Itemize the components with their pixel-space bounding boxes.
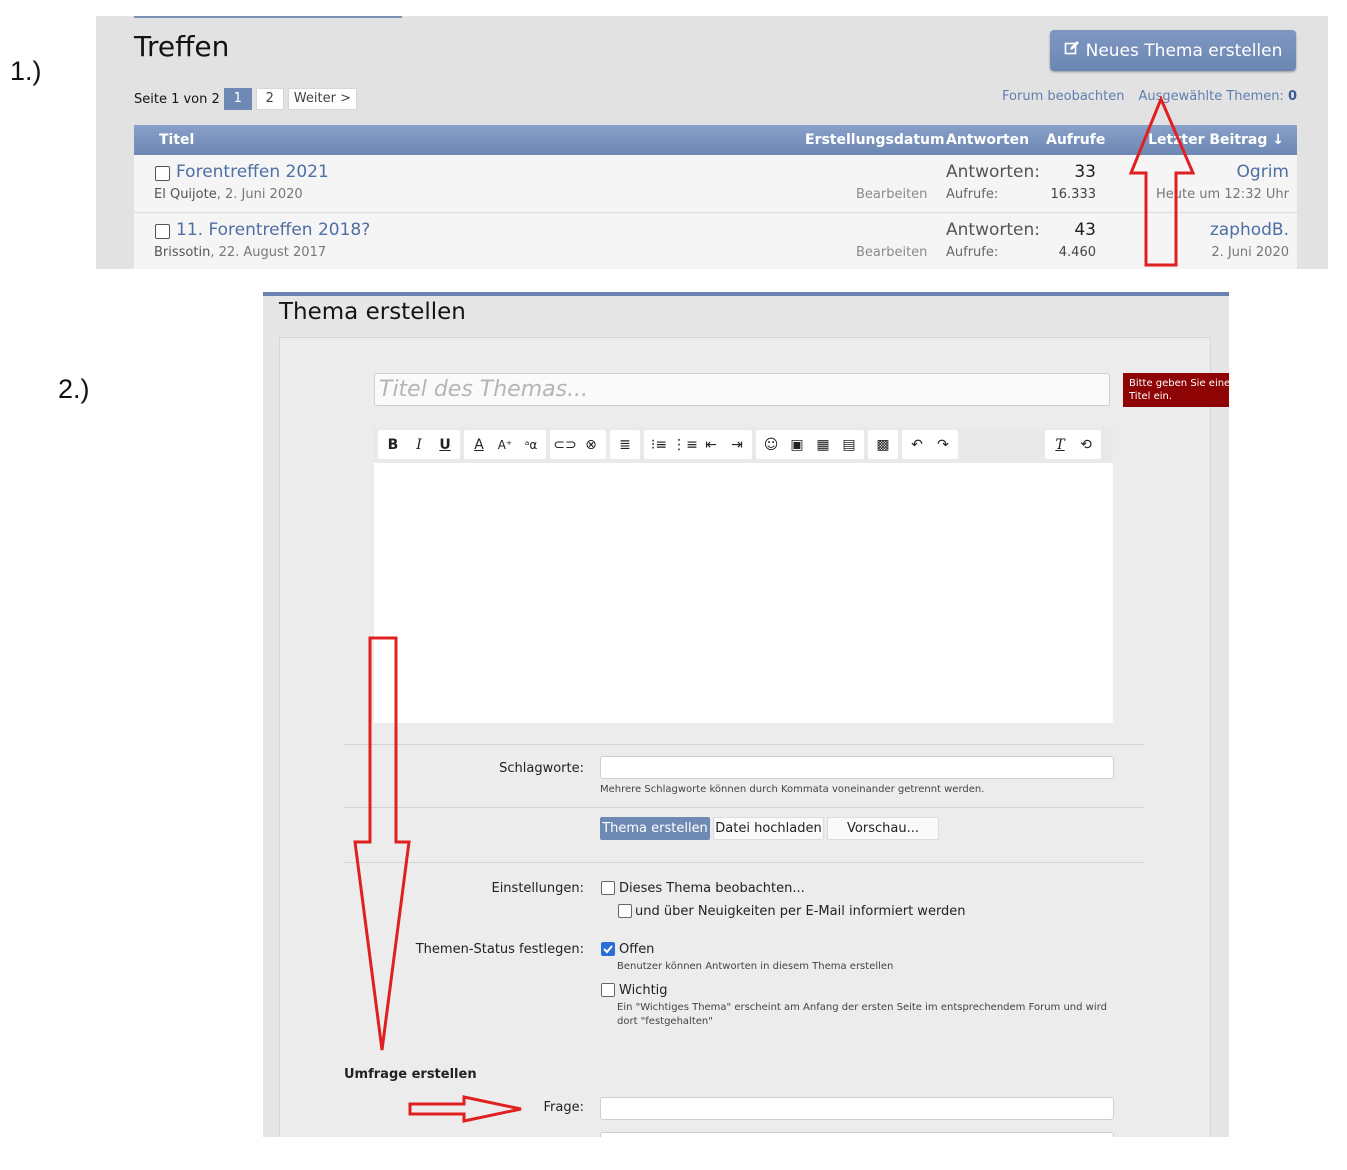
right-arrow-annotation bbox=[408, 1095, 522, 1123]
annotation-arrows bbox=[353, 95, 1196, 1123]
up-arrow-annotation bbox=[1128, 95, 1196, 267]
down-arrow-annotation bbox=[353, 636, 411, 1051]
